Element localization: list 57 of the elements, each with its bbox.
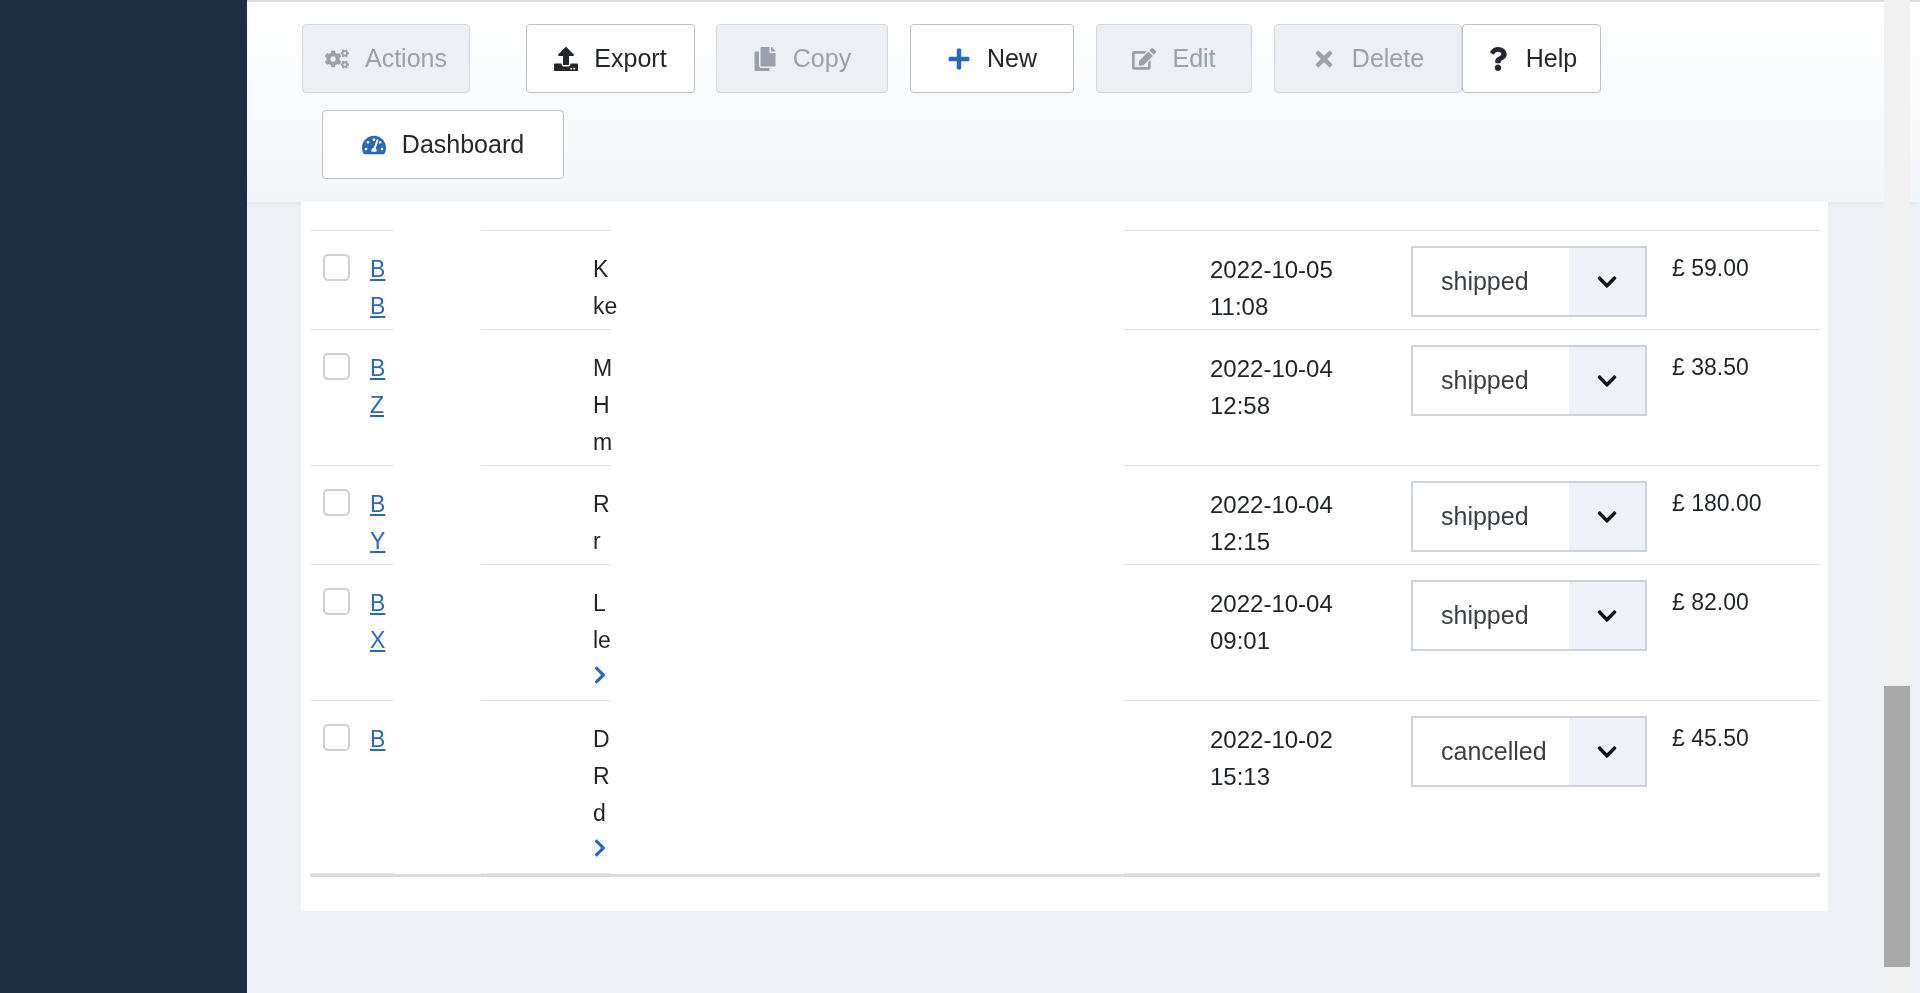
status-select[interactable]: shipped — [1411, 345, 1647, 416]
order-time: 12:15 — [1210, 527, 1272, 557]
order-date: 2022-10-04 — [1210, 490, 1334, 520]
customer-text: R — [593, 763, 610, 789]
status-select[interactable]: shipped — [1411, 481, 1647, 552]
customer-text: D — [593, 726, 610, 752]
order-price: £ 38.50 — [1672, 354, 1749, 380]
order-date: 2022-10-02 — [1210, 725, 1334, 755]
order-time: 12:58 — [1210, 391, 1272, 421]
edit-icon — [1132, 46, 1157, 71]
order-link[interactable]: B — [370, 491, 386, 517]
order-time: 15:13 — [1210, 762, 1272, 792]
customer-text: ke — [593, 293, 618, 319]
copy-icon — [752, 46, 777, 71]
toolbar-button[interactable]: Dashboard — [322, 110, 564, 179]
row-checkbox[interactable] — [323, 254, 350, 281]
order-link[interactable]: Z — [370, 392, 385, 418]
order-link[interactable]: B — [370, 293, 386, 319]
customer-text: L — [593, 590, 606, 616]
order-date: 2022-10-04 — [1210, 354, 1334, 384]
order-price: £ 45.50 — [1672, 725, 1749, 751]
order-time: 11:08 — [1210, 292, 1270, 322]
customer-text: d — [593, 800, 606, 826]
status-select[interactable]: shipped — [1411, 246, 1647, 317]
toolbar-button[interactable]: Export — [526, 24, 695, 93]
customer-text: K — [593, 256, 609, 282]
customer-text: R — [593, 491, 610, 517]
order-price: £ 180.00 — [1672, 490, 1762, 516]
plus-icon — [947, 46, 971, 71]
order-link[interactable]: Y — [370, 528, 386, 554]
order-date: 2022-10-04 — [1210, 589, 1334, 619]
order-link[interactable]: B — [370, 256, 386, 282]
order-link[interactable]: X — [370, 627, 386, 653]
customer-text: M — [593, 355, 613, 381]
customer-text: r — [593, 528, 601, 554]
row-checkbox[interactable] — [323, 353, 350, 380]
order-date: 2022-10-05 — [1210, 255, 1334, 285]
customer-text: le — [593, 627, 611, 653]
toolbar-button[interactable]: New — [910, 24, 1074, 93]
row-checkbox[interactable] — [323, 724, 350, 751]
order-link[interactable]: B — [370, 355, 386, 381]
customer-text: H — [593, 392, 610, 418]
status-select[interactable]: cancelled — [1411, 716, 1647, 787]
gears-icon — [325, 46, 349, 71]
chevron-right-icon[interactable] — [593, 838, 607, 858]
row-checkbox[interactable] — [323, 489, 350, 516]
order-price: £ 59.00 — [1672, 255, 1749, 281]
order-link[interactable]: B — [370, 590, 386, 616]
chevron-right-icon[interactable] — [593, 665, 607, 685]
status-select[interactable]: shipped — [1411, 580, 1647, 651]
customer-text: m — [593, 429, 613, 455]
toolbar-button[interactable]: Help — [1462, 24, 1601, 93]
order-time: 09:01 — [1210, 626, 1272, 656]
upload-icon — [554, 46, 579, 71]
order-price: £ 82.00 — [1672, 589, 1749, 615]
order-link[interactable]: B — [370, 726, 386, 752]
row-checkbox[interactable] — [323, 588, 350, 615]
